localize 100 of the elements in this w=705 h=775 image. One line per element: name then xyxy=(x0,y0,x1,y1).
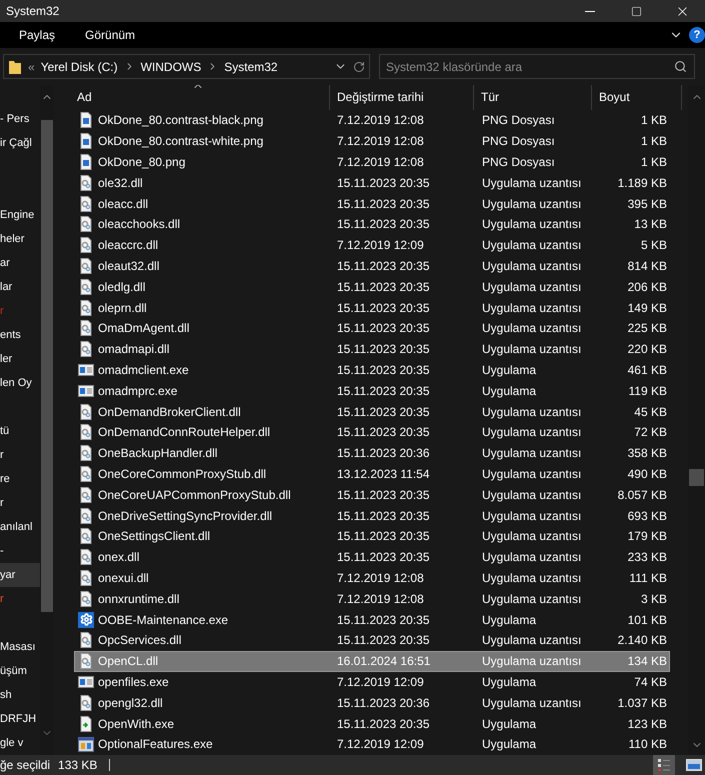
file-row[interactable]: OOBE-Maintenance.exe 15.11.2023 20:35 Uygulama 101 KB xyxy=(74,609,670,630)
modified-date: 15.11.2023 20:35 xyxy=(337,404,431,419)
file-row[interactable]: OpenCL.dll 16.01.2024 16:51 Uygulama uzantısı 134 KB xyxy=(74,650,670,672)
file-row[interactable]: OpenWith.exe 15.11.2023 20:35 Uygulama 123 KB xyxy=(74,713,670,734)
file-type: Uygulama uzantısı xyxy=(482,654,582,668)
file-name: OpcServices.dll xyxy=(98,633,182,648)
file-row[interactable]: onnxruntime.dll 7.12.2019 12:08 Uygulama uzantısı 3 KB xyxy=(74,588,670,610)
file-type: Uygulama uzantısı xyxy=(482,466,582,481)
file-name: onex.dll xyxy=(98,550,140,564)
nav-item[interactable]: lar xyxy=(0,275,40,299)
gear-file-icon xyxy=(79,528,93,544)
file-name: OneSettingsClient.dll xyxy=(98,529,212,544)
breadcrumb[interactable]: WINDOWS xyxy=(140,60,202,74)
nav-item[interactable]: ents xyxy=(0,323,40,347)
nav-item[interactable]: ir Çağl xyxy=(0,131,40,155)
search-icon[interactable] xyxy=(674,60,687,73)
modified-date: 15.11.2023 20:35 xyxy=(337,362,431,377)
modified-date: 7.12.2019 12:09 xyxy=(337,238,425,252)
file-row[interactable]: onexui.dll 7.12.2019 12:08 Uygulama uzantısı 111 KB xyxy=(74,568,670,588)
breadcrumb[interactable]: Yerel Disk (C:) xyxy=(40,60,118,74)
nav-item[interactable]: Masası xyxy=(0,635,40,659)
nav-item[interactable]: Engine xyxy=(0,203,40,227)
file-size: 5 KB xyxy=(640,238,668,252)
file-name: onnxruntime.dll xyxy=(98,592,180,606)
file-row[interactable]: oleaccrc.dll 7.12.2019 12:09 Uygulama uzantısı 5 KB xyxy=(74,234,670,256)
file-type: Uygulama uzantısı xyxy=(482,404,582,419)
nav-item[interactable]: len Oy xyxy=(0,371,40,395)
file-row[interactable]: OneBackupHandler.dll 15.11.2023 20:36 Uygulama uzantısı 358 KB xyxy=(74,442,670,464)
search-field[interactable]: System32 klasöründe ara xyxy=(379,54,695,79)
file-row[interactable]: omadmprc.exe 15.11.2023 20:35 Uygulama 119 KB xyxy=(74,380,670,402)
file-row[interactable]: OpcServices.dll 15.11.2023 20:35 Uygulama uzantısı 2.140 KB xyxy=(74,630,670,651)
file-row[interactable]: omadmclient.exe 15.11.2023 20:35 Uygulama 461 KB xyxy=(74,360,670,380)
nav-item[interactable]: re xyxy=(0,467,40,491)
file-row[interactable]: oleacc.dll 15.11.2023 20:35 Uygulama uzantısı 395 KB xyxy=(74,193,670,214)
file-size: 72 KB xyxy=(633,425,668,440)
nav-item[interactable]: DRFJH xyxy=(0,707,40,731)
nav-item[interactable]: r xyxy=(0,443,40,467)
file-row[interactable]: OmaDmAgent.dll 15.11.2023 20:35 Uygulama uzantısı 225 KB xyxy=(74,318,670,339)
nav-item[interactable]: gle v xyxy=(0,731,40,755)
file-type: Uygulama uzantısı xyxy=(482,696,582,710)
file-row[interactable]: OneCoreCommonProxyStub.dll 13.12.2023 11:54 Uygulama uzantısı 490 KB xyxy=(74,464,670,484)
selection-status: ğe seçildi xyxy=(0,758,50,772)
file-row[interactable]: oledlg.dll 15.11.2023 20:35 Uygulama uzantısı 206 KB xyxy=(74,276,670,298)
window-title: System32 xyxy=(6,4,60,18)
nav-item[interactable]: ar xyxy=(0,251,40,275)
column-header[interactable]: Boyut xyxy=(592,85,682,110)
file-row[interactable]: onex.dll 15.11.2023 20:35 Uygulama uzantısı 233 KB xyxy=(74,546,670,568)
address-bar[interactable]: « Yerel Disk (C:) WINDOWS System32 xyxy=(3,54,370,79)
file-row[interactable]: openfiles.exe 7.12.2019 12:09 Uygulama 74 KB xyxy=(74,672,670,692)
file-size: 45 KB xyxy=(633,404,668,419)
file-type: Uygulama uzantısı xyxy=(482,592,582,606)
nav-item[interactable]: - xyxy=(0,539,40,563)
refresh-icon[interactable] xyxy=(353,60,365,72)
scrollbar-thumb[interactable] xyxy=(689,469,704,486)
scrollbar-thumb[interactable] xyxy=(41,120,53,612)
file-row[interactable]: oleaut32.dll 15.11.2023 20:35 Uygulama uzantısı 814 KB xyxy=(74,256,670,276)
file-name: omadmprc.exe xyxy=(98,384,178,398)
details-view-button[interactable] xyxy=(653,755,675,775)
modified-date: 15.11.2023 20:35 xyxy=(337,488,431,502)
file-name: omadmclient.exe xyxy=(98,362,190,377)
column-header[interactable]: Değiştirme tarihi xyxy=(330,85,474,110)
nav-item[interactable]: yar xyxy=(0,563,40,587)
modified-date: 7.12.2019 12:08 xyxy=(337,154,425,169)
overflow-chevrons[interactable]: « xyxy=(28,60,35,74)
file-row[interactable]: omadmapi.dll 15.11.2023 20:35 Uygulama uzantısı 220 KB xyxy=(74,338,670,360)
gear-file-icon xyxy=(79,486,93,503)
file-row[interactable]: ole32.dll 15.11.2023 20:35 Uygulama uzantısı 1.189 KB xyxy=(74,172,670,194)
file-size: 814 KB xyxy=(626,258,668,273)
file-row[interactable]: OneCoreUAPCommonProxyStub.dll 15.11.2023 20:35 Uygulama uzantısı 8.057 KB xyxy=(74,484,670,506)
nav-item[interactable]: tü xyxy=(0,419,40,443)
selection-size: 133 KB xyxy=(58,758,98,772)
file-name: OOBE-Maintenance.exe xyxy=(98,612,230,627)
nav-item[interactable]: anılanl xyxy=(0,515,40,539)
file-type: Uygulama xyxy=(482,612,538,627)
file-row[interactable]: OkDone_80.contrast-black.png 7.12.2019 12:08 PNG Dosyası 1 KB xyxy=(74,110,670,131)
nav-item[interactable]: heler xyxy=(0,227,40,251)
nav-item[interactable]: üşüm xyxy=(0,659,40,683)
nav-item[interactable]: r xyxy=(0,491,40,515)
file-row[interactable]: oleprn.dll 15.11.2023 20:35 Uygulama uzantısı 149 KB xyxy=(74,297,670,318)
help-button[interactable]: ? xyxy=(689,27,705,43)
breadcrumb[interactable]: System32 xyxy=(224,60,278,74)
file-row[interactable]: oleacchooks.dll 15.11.2023 20:35 Uygulama uzantısı 13 KB xyxy=(74,214,670,235)
gear-file-icon xyxy=(79,174,93,191)
nav-item[interactable]: sh xyxy=(0,683,40,707)
file-row[interactable]: OneSettingsClient.dll 15.11.2023 20:35 Uygulama uzantısı 179 KB xyxy=(74,526,670,547)
nav-item[interactable]: ler xyxy=(0,347,40,371)
file-row[interactable]: OkDone_80.contrast-white.png 7.12.2019 12:08 PNG Dosyası 1 KB xyxy=(74,130,670,152)
column-header[interactable]: Tür xyxy=(474,85,592,110)
file-row[interactable]: opengl32.dll 15.11.2023 20:36 Uygulama uzantısı 1.037 KB xyxy=(74,692,670,714)
ribbon-tab[interactable]: Paylaş xyxy=(8,25,66,45)
file-row[interactable]: OkDone_80.png 7.12.2019 12:08 PNG Dosyası 1 KB xyxy=(74,152,670,172)
gear-file-icon xyxy=(79,466,93,482)
file-row[interactable]: OnDemandBrokerClient.dll 15.11.2023 20:35 Uygulama uzantısı 45 KB xyxy=(74,401,670,422)
column-header[interactable]: Ad xyxy=(62,85,330,110)
file-row[interactable]: OnDemandConnRouteHelper.dll 15.11.2023 20:35 Uygulama uzantısı 72 KB xyxy=(74,422,670,443)
nav-item[interactable]: r xyxy=(0,587,40,611)
file-row[interactable]: OptionalFeatures.exe 7.12.2019 12:09 Uygulama 110 KB xyxy=(74,734,670,755)
ribbon-tab[interactable]: Görünüm xyxy=(74,25,146,45)
nav-item[interactable]: - Pers xyxy=(0,107,40,131)
file-row[interactable]: OneDriveSettingSyncProvider.dll 15.11.2023 20:35 Uygulama uzantısı 693 KB xyxy=(74,505,670,526)
